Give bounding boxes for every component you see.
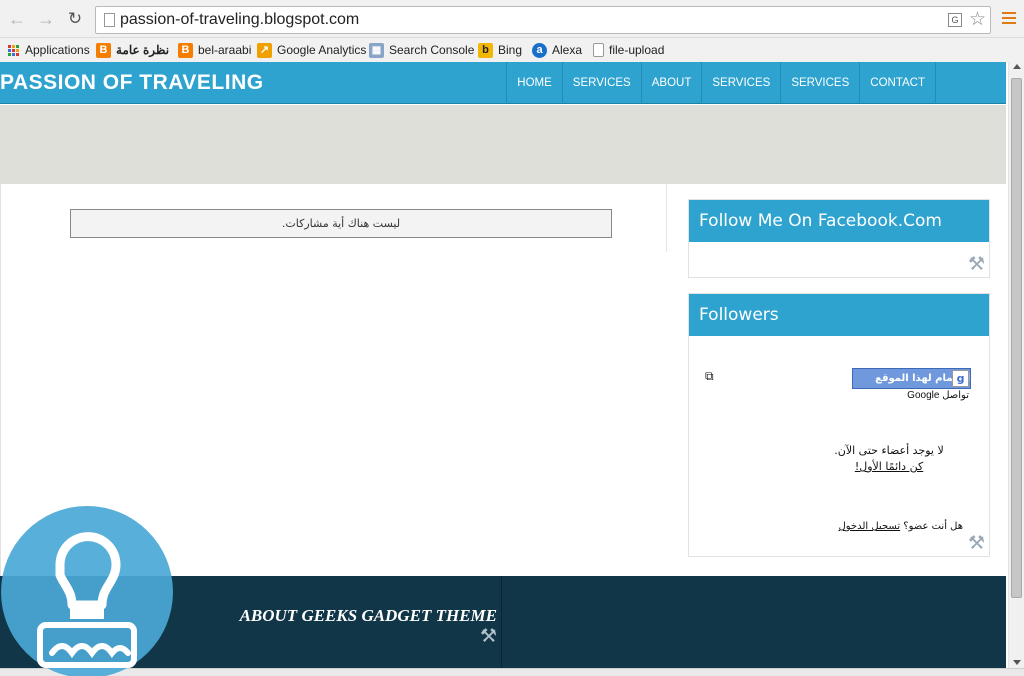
browser-window: ← → ↻ passion-of-traveling.blogspot.com … bbox=[0, 0, 1024, 676]
copy-icon[interactable]: ⧉ bbox=[705, 369, 714, 384]
search-console-icon: ▦ bbox=[369, 42, 384, 58]
nav-home[interactable]: HOME bbox=[506, 62, 562, 104]
browser-toolbar: ← → ↻ passion-of-traveling.blogspot.com … bbox=[0, 0, 1024, 38]
nav-services-2[interactable]: SERVICES bbox=[701, 62, 780, 104]
scroll-up-arrow-icon[interactable] bbox=[1013, 64, 1021, 69]
be-first-link[interactable]: كن دائمًا الأول! bbox=[689, 460, 989, 473]
followers-widget-title: Followers bbox=[689, 294, 989, 336]
star-icon[interactable]: ☆ bbox=[969, 9, 986, 31]
bookmarks-bar: Applications B نظرة عامة B bel-araabi ↗ … bbox=[0, 38, 1024, 62]
scroll-thumb[interactable] bbox=[1011, 78, 1022, 598]
analytics-icon: ↗ bbox=[257, 42, 272, 58]
bookmark-label: Applications bbox=[25, 43, 90, 57]
page-scrollbar[interactable] bbox=[1008, 62, 1024, 668]
no-members-message: لا يوجد أعضاء حتى الآن. bbox=[834, 444, 944, 457]
google-icon: g bbox=[952, 370, 969, 387]
menu-icon[interactable] bbox=[1002, 12, 1016, 24]
bookmark-label: نظرة عامة bbox=[116, 43, 170, 57]
nav-services[interactable]: SERVICES bbox=[561, 62, 641, 104]
already-member-text: هل أنت عضو؟ bbox=[903, 521, 963, 532]
nav-services-3[interactable]: SERVICES bbox=[780, 62, 859, 104]
site-title[interactable]: PASSION OF TRAVELING bbox=[0, 71, 264, 95]
blogger-icon: B bbox=[96, 42, 111, 58]
main-nav: HOME SERVICES ABOUT SERVICES SERVICES CO… bbox=[506, 62, 936, 104]
tools-icon[interactable]: ⚒ bbox=[968, 534, 985, 553]
forward-arrow-icon[interactable]: → bbox=[35, 8, 57, 30]
footer-title: ABOUT GEEKS GADGET THEME bbox=[239, 606, 497, 625]
lightbulb-watermark-logo bbox=[1, 506, 173, 676]
bookmark-google-analytics[interactable]: ↗ Google Analytics bbox=[257, 41, 366, 59]
followers-widget: Followers ⧉ انضمام لهذا الموقع g تواصل G… bbox=[688, 293, 990, 557]
scroll-down-arrow-icon[interactable] bbox=[1013, 660, 1021, 665]
page-icon bbox=[104, 13, 115, 27]
google-connect-brand: تواصل Google bbox=[907, 390, 969, 401]
tools-icon[interactable]: ⚒ bbox=[968, 255, 985, 274]
nav-about[interactable]: ABOUT bbox=[640, 62, 702, 104]
bing-icon: b bbox=[478, 42, 493, 58]
bookmark-label: Search Console bbox=[389, 43, 475, 57]
bookmark-label: file-upload bbox=[609, 43, 665, 57]
blogger-icon: B bbox=[178, 42, 193, 58]
bookmark-label: bel-araabi bbox=[198, 43, 252, 57]
facebook-widget-title: Follow Me On Facebook.Com bbox=[689, 200, 989, 242]
site-header: PASSION OF TRAVELING HOME SERVICES ABOUT… bbox=[0, 62, 1006, 104]
bookmark-file-upload[interactable]: file-upload bbox=[593, 41, 664, 59]
back-arrow-icon[interactable]: ← bbox=[6, 8, 28, 30]
alexa-icon: a bbox=[532, 42, 547, 58]
apps-grid-icon bbox=[8, 44, 19, 56]
sign-in-link[interactable]: تسجيل الدخول bbox=[838, 521, 900, 532]
bookmark-label: Google Analytics bbox=[277, 43, 367, 57]
address-bar[interactable]: passion-of-traveling.blogspot.com G ☆ bbox=[95, 6, 991, 34]
nav-contact[interactable]: CONTACT bbox=[859, 62, 936, 104]
file-icon bbox=[593, 43, 604, 57]
tools-icon[interactable]: ⚒ bbox=[480, 627, 497, 646]
bookmark-bel-araabi[interactable]: B bel-araabi bbox=[178, 41, 251, 59]
bookmark-overview[interactable]: B نظرة عامة bbox=[96, 41, 169, 59]
join-site-button[interactable]: انضمام لهذا الموقع g bbox=[852, 368, 971, 389]
url-text[interactable]: passion-of-traveling.blogspot.com bbox=[120, 11, 359, 29]
already-member-line: هل أنت عضو؟ تسجيل الدخول bbox=[838, 521, 963, 532]
facebook-widget: Follow Me On Facebook.Com ⚒ bbox=[688, 199, 990, 278]
bookmark-label: Alexa bbox=[552, 43, 583, 57]
translate-icon[interactable]: G bbox=[948, 13, 962, 27]
header-banner bbox=[0, 105, 1006, 184]
bookmark-alexa[interactable]: a Alexa bbox=[532, 41, 582, 59]
reload-icon[interactable]: ↻ bbox=[64, 8, 86, 30]
bookmark-search-console[interactable]: ▦ Search Console bbox=[369, 41, 474, 59]
bookmark-label: Bing bbox=[498, 43, 523, 57]
no-posts-message: ليست هناك أية مشاركات. bbox=[70, 209, 612, 238]
bookmark-applications[interactable]: Applications bbox=[8, 41, 90, 59]
bookmark-bing[interactable]: b Bing bbox=[478, 41, 522, 59]
main-column: ليست هناك أية مشاركات. bbox=[1, 184, 667, 252]
